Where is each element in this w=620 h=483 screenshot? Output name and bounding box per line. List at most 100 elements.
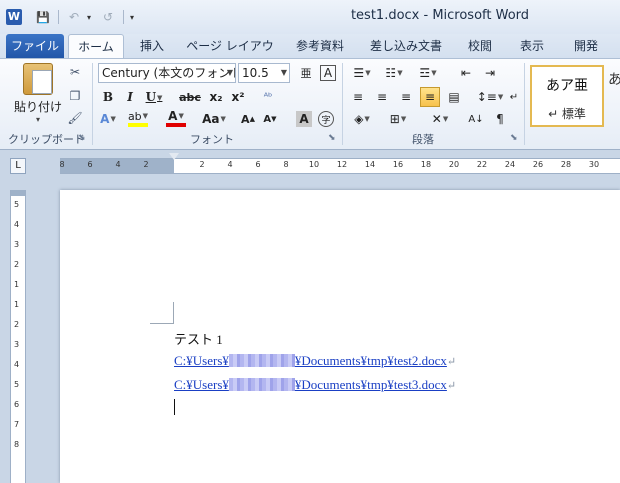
chevron-down-icon[interactable]: ▼ (227, 64, 233, 82)
change-case-button[interactable]: Aa ▼ (200, 109, 228, 129)
paste-dropdown-icon[interactable]: ▾ (14, 115, 62, 124)
phonetic-guide-button[interactable]: 亜 (296, 63, 316, 83)
multilevel-list-button[interactable]: ☲ ▼ (414, 63, 442, 83)
document-page[interactable] (60, 190, 620, 483)
bold-icon: B (102, 90, 114, 104)
document-line-2[interactable]: C:¥Users¥ ¥Documents¥tmp¥test2.docx↵ (174, 353, 456, 369)
font-name-combo[interactable]: Century (本文のフォント ▼ (98, 63, 236, 83)
document-line-1[interactable]: テスト 1 (174, 329, 223, 348)
tab-mailings[interactable]: 差し込み文書 (364, 34, 448, 58)
italic-button[interactable]: I (120, 87, 140, 107)
chevron-down-icon[interactable]: ▼ (498, 93, 503, 101)
vruler-number: 5 (14, 200, 20, 209)
style-next-sample[interactable]: あ (608, 69, 620, 89)
character-shading-button[interactable]: A (296, 111, 312, 127)
clipboard-group-label: クリップボード (8, 133, 85, 146)
italic-icon: I (127, 90, 133, 104)
character-border-button[interactable]: A (320, 65, 336, 81)
grow-font-button[interactable]: A ▲ (238, 109, 258, 129)
character-border-icon: A (323, 66, 333, 80)
format-painter-icon[interactable]: 🖌 (66, 109, 84, 127)
chevron-down-icon[interactable]: ▼ (443, 115, 448, 123)
borders-button[interactable]: ⊞ ▼ (384, 109, 412, 129)
copy-icon[interactable]: ❐ (66, 87, 84, 105)
tab-page-layout[interactable]: ページ レイアウト (182, 34, 278, 77)
chevron-down-icon[interactable]: ▼ (397, 69, 402, 77)
asian-layout-button[interactable]: ✕ ▼ (426, 109, 454, 129)
strikethrough-button[interactable]: abc (179, 87, 201, 107)
ruler-number: 8 (59, 160, 65, 169)
vruler-number: 8 (14, 440, 20, 449)
align-left-button[interactable]: ≡ (348, 87, 368, 107)
strikethrough-icon: abc (179, 90, 201, 104)
paragraph-mark-icon: ↵ (446, 356, 457, 368)
underline-button[interactable]: U ▼ (144, 87, 164, 107)
subscript-button[interactable]: x₂ (206, 87, 226, 107)
tab-home[interactable]: ホーム (68, 34, 124, 59)
font-name-value: Century (本文のフォント (102, 66, 236, 80)
ruler-number: 16 (392, 160, 404, 169)
change-case-icon: Aa (202, 112, 220, 126)
chevron-down-icon[interactable]: ▼ (110, 115, 115, 123)
tab-file[interactable]: ファイル (6, 34, 64, 58)
show-hide-button[interactable]: ¶ (490, 109, 510, 129)
enclosed-character-icon: 字 (321, 115, 331, 126)
horizontal-ruler[interactable]: 8 6 4 2 2 4 6 8 10 12 14 16 18 20 22 24 26 28 30 (59, 153, 620, 174)
shading-button[interactable]: ◈ ▼ (348, 109, 376, 129)
hyperlink-test3[interactable]: C:¥Users¥ ¥Documents¥tmp¥test3.docx (174, 377, 447, 392)
ruler-number: 30 (588, 160, 600, 169)
chevron-down-icon[interactable]: ▼ (281, 64, 287, 82)
ruler-number: 20 (448, 160, 460, 169)
hyperlink-suffix: ¥Documents¥tmp¥test2.docx (294, 353, 447, 368)
numbering-button[interactable]: ☷ ▼ (380, 63, 408, 83)
hyperlink-test2[interactable]: C:¥Users¥ ¥Documents¥tmp¥test2.docx (174, 353, 447, 368)
chevron-down-icon[interactable]: ▼ (431, 69, 436, 77)
clear-formatting-button[interactable]: ᴬᵇ (258, 87, 278, 107)
font-size-value: 10.5 (242, 66, 269, 80)
paste-button[interactable]: 貼り付け ▾ (14, 63, 62, 125)
enclosed-character-button[interactable]: 字 (318, 111, 334, 127)
chevron-down-icon[interactable]: ▼ (221, 115, 226, 123)
chevron-down-icon[interactable]: ▼ (364, 115, 369, 123)
decrease-indent-button[interactable]: ⇤ (456, 63, 476, 83)
first-line-indent-marker[interactable] (169, 153, 179, 160)
vertical-ruler[interactable]: 5 4 3 2 1 1 2 3 4 5 6 7 8 (10, 190, 26, 483)
highlight-button[interactable]: ab ▼ (128, 109, 148, 127)
tab-selector-button[interactable]: L (10, 158, 26, 174)
chevron-down-icon[interactable]: ▼ (143, 112, 148, 120)
distributed-button[interactable]: ▤ (444, 87, 464, 107)
align-right-button[interactable]: ≡ (396, 87, 416, 107)
tab-insert[interactable]: 挿入 (132, 34, 172, 58)
line-spacing-button[interactable]: ↕≡ ▼ (476, 87, 504, 107)
top-margin-area (11, 190, 25, 196)
increase-indent-button[interactable]: ⇥ (480, 63, 500, 83)
tab-developer[interactable]: 開発 (566, 34, 606, 58)
bullets-button[interactable]: ☰ ▼ (348, 63, 376, 83)
tab-review[interactable]: 校閲 (460, 34, 500, 58)
bold-button[interactable]: B (98, 87, 118, 107)
chevron-down-icon[interactable]: ▼ (178, 112, 183, 120)
text-effects-button[interactable]: A ▼ (98, 109, 118, 129)
shrink-font-button[interactable]: A ▼ (260, 109, 280, 129)
superscript-button[interactable]: x² (228, 87, 248, 107)
paragraph-marks-button[interactable]: ↵ (504, 87, 524, 107)
vruler-number: 1 (14, 280, 20, 289)
tab-view[interactable]: 表示 (512, 34, 552, 58)
font-launcher-icon[interactable]: ⬊ (328, 133, 336, 143)
justify-button[interactable]: ≡ (420, 87, 440, 107)
heading-text: テスト 1 (174, 332, 223, 347)
chevron-down-icon[interactable]: ▼ (365, 69, 370, 77)
cut-icon[interactable]: ✂ (66, 63, 84, 81)
chevron-down-icon[interactable]: ▼ (401, 115, 406, 123)
tab-references[interactable]: 参考資料 (288, 34, 352, 58)
chevron-down-icon[interactable]: ▼ (157, 93, 162, 102)
font-color-button[interactable]: A ▼ (166, 109, 186, 127)
font-size-combo[interactable]: 10.5 ▼ (238, 63, 290, 83)
paragraph-launcher-icon[interactable]: ⬊ (510, 133, 518, 143)
document-line-3[interactable]: C:¥Users¥ ¥Documents¥tmp¥test3.docx↵ (174, 377, 456, 393)
style-normal[interactable]: あア亜 ↵ 標準 (530, 65, 604, 127)
ruler-number: 12 (336, 160, 348, 169)
clipboard-launcher-icon[interactable]: ⬊ (78, 133, 86, 143)
sort-button[interactable]: A↓ (466, 109, 486, 129)
align-center-button[interactable]: ≡ (372, 87, 392, 107)
